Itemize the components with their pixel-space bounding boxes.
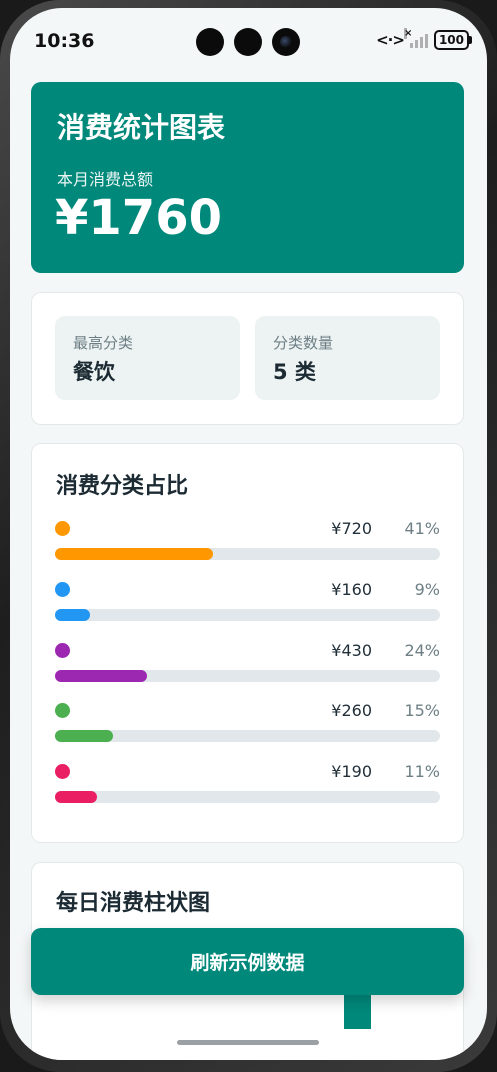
category-amount: ¥430 <box>331 640 372 660</box>
category-progress-fill <box>55 730 113 743</box>
category-percent: 9% <box>414 579 440 599</box>
category-percent: 11% <box>404 762 440 782</box>
category-amount: ¥160 <box>331 579 372 599</box>
home-indicator[interactable] <box>177 1040 319 1045</box>
category-progress-track <box>55 791 440 804</box>
category-amount: ¥260 <box>331 701 372 721</box>
category-progress-track <box>55 608 440 621</box>
category-amount: ¥720 <box>331 519 372 538</box>
category-progress-track <box>55 669 440 682</box>
category-progress-fill <box>55 669 148 682</box>
category-color-dot <box>55 521 70 536</box>
chart-bar <box>344 989 371 1029</box>
category-share-title: 消费分类占比 <box>56 474 189 499</box>
phone-frame: 10:36 <·> × 100 消费统计图表 本月消费总额 ¥1760 最高分类… <box>0 0 497 1072</box>
category-percent: 24% <box>404 640 440 660</box>
app-screen: 10:36 <·> × 100 消费统计图表 本月消费总额 ¥1760 最高分类… <box>10 8 487 1060</box>
nfc-icon: <·> <box>376 31 405 49</box>
category-progress-fill <box>55 791 98 804</box>
category-share-card: 消费分类占比 ¥720 41% ¥160 9% ¥430 24% ¥260 15% ¥190 11… <box>31 443 464 843</box>
top-category-value: 餐饮 <box>73 360 115 384</box>
category-color-dot <box>55 581 70 597</box>
battery-icon: 100 <box>433 30 473 50</box>
category-row: ¥720 41% <box>55 519 440 560</box>
top-category-label: 最高分类 <box>73 334 134 352</box>
status-bar: 10:36 <·> × 100 <box>10 8 487 74</box>
category-color-dot <box>55 764 70 780</box>
category-percent: 41% <box>404 519 440 538</box>
refresh-button[interactable]: 刷新示例数据 <box>31 928 464 995</box>
category-color-dot <box>55 642 70 658</box>
category-progress-track <box>55 730 440 743</box>
category-color-dot <box>55 703 70 719</box>
category-progress-track <box>55 548 440 560</box>
category-progress-fill <box>55 548 213 560</box>
category-row: ¥160 9% <box>55 579 440 621</box>
category-progress-fill <box>55 608 90 621</box>
signal-icon: × <box>403 28 428 48</box>
category-count-value: 5 类 <box>273 360 316 384</box>
top-category-box: 最高分类 餐饮 <box>55 316 240 400</box>
category-count-box: 分类数量 5 类 <box>255 316 440 400</box>
category-percent: 15% <box>404 701 440 721</box>
status-icons: <·> × 100 <box>376 28 473 50</box>
category-row: ¥190 11% <box>55 762 440 804</box>
camera-icon <box>234 28 262 56</box>
camera-icon <box>272 28 300 56</box>
daily-bar-chart-title: 每日消费柱状图 <box>56 891 211 916</box>
category-row: ¥430 24% <box>55 640 440 682</box>
page-title: 消费统计图表 <box>57 111 226 144</box>
total-amount: ¥1760 <box>55 190 222 246</box>
summary-card: 消费统计图表 本月消费总额 ¥1760 <box>31 82 464 273</box>
camera-icon <box>196 28 224 56</box>
status-time: 10:36 <box>34 30 95 52</box>
category-amount: ¥190 <box>331 762 372 782</box>
info-card: 最高分类 餐饮 分类数量 5 类 <box>31 292 464 425</box>
category-count-label: 分类数量 <box>273 334 334 352</box>
total-label: 本月消费总额 <box>57 170 154 189</box>
category-row: ¥260 15% <box>55 701 440 743</box>
